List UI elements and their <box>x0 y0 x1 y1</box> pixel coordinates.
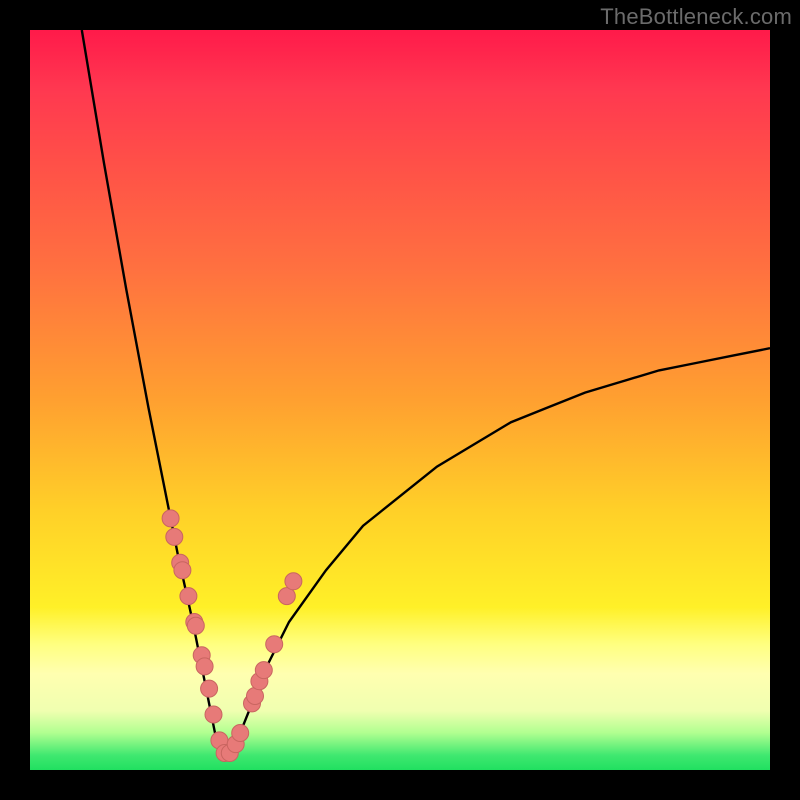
sample-dot <box>266 636 283 653</box>
sample-dot <box>166 528 183 545</box>
watermark-text: TheBottleneck.com <box>600 4 792 30</box>
sample-dot <box>285 573 302 590</box>
sample-dot <box>232 725 249 742</box>
bottleneck-curve <box>82 30 770 755</box>
chart-frame: TheBottleneck.com <box>0 0 800 800</box>
sample-dot <box>201 680 218 697</box>
sample-dot <box>180 588 197 605</box>
plot-area <box>30 30 770 770</box>
curve-layer <box>30 30 770 770</box>
sample-dot <box>255 662 272 679</box>
sample-dot <box>196 658 213 675</box>
sample-dot <box>187 617 204 634</box>
sample-dot <box>162 510 179 527</box>
sample-dot <box>205 706 222 723</box>
sample-dot <box>174 562 191 579</box>
